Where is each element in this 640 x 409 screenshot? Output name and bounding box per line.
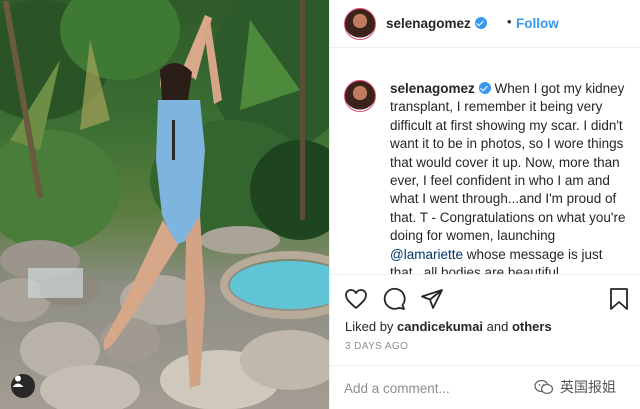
comment-bar: 英国报姐 [330,365,640,409]
bookmark-icon [610,288,628,310]
caption-area: selenagomez When I got my kidney transpl… [330,72,640,274]
caption-mention-link[interactable]: @lamariette [390,247,463,262]
tagged-users-button[interactable] [11,374,35,398]
post-timestamp[interactable]: 3 DAYS AGO [345,341,408,352]
verified-badge-icon [474,17,487,29]
caption-verified-badge-icon [478,82,491,94]
like-button[interactable] [344,287,368,311]
wechat-logo-icon [534,379,554,395]
post-photo[interactable] [0,0,329,409]
comment-button[interactable] [382,287,406,311]
post-image [0,0,329,409]
paper-plane-icon [421,289,443,309]
watermark: 英国报姐 [534,377,616,397]
add-comment-input[interactable] [344,377,524,399]
author-avatar[interactable] [344,8,376,40]
liked-by-and: and [483,319,512,334]
caption-author-avatar[interactable] [344,80,376,112]
follow-button[interactable]: Follow [516,16,559,31]
liked-by-line: Liked by candicekumai and others [345,319,552,334]
post-caption: selenagomez When I got my kidney transpl… [390,80,628,274]
watermark-text: 英国报姐 [560,379,616,395]
post-header: selenagomez • Follow [330,0,640,48]
comment-bubble-icon [383,287,406,310]
post-side-panel: selenagomez • Follow selenagomez When I … [329,0,640,409]
follow-separator: • [507,14,512,29]
user-tag-icon [12,375,24,387]
caption-username[interactable]: selenagomez [390,81,475,96]
share-button[interactable] [420,287,444,311]
liked-by-others-link[interactable]: others [512,319,552,334]
heart-icon [345,289,367,309]
liked-by-user-link[interactable]: candicekumai [397,319,483,334]
post-actions: Liked by candicekumai and others 3 DAYS … [330,274,640,374]
liked-by-prefix: Liked by [345,319,398,334]
caption-text-start: When I got my kidney transplant, I remem… [390,81,626,244]
save-button[interactable] [607,287,631,311]
author-username-link[interactable]: selenagomez [386,16,487,31]
author-username[interactable]: selenagomez [386,16,471,31]
